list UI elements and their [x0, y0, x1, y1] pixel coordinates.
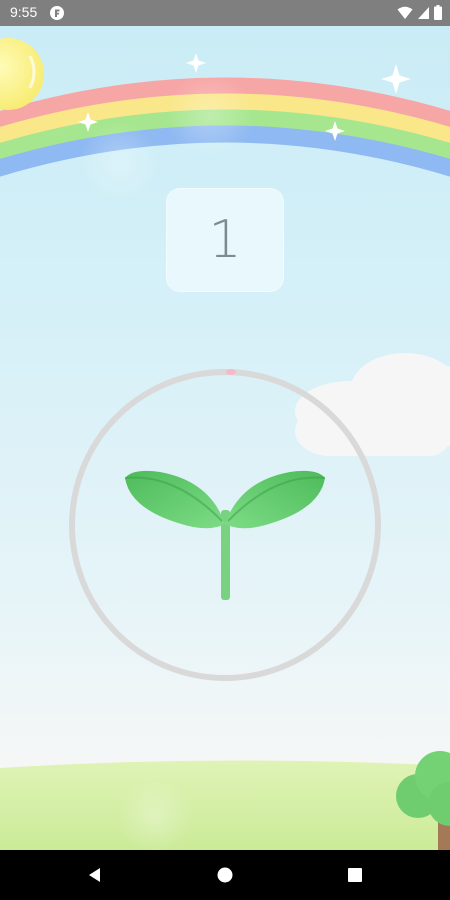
status-bar: 9:55 [0, 0, 450, 26]
battery-icon [434, 5, 442, 20]
back-button[interactable] [83, 863, 107, 887]
signal-icon [418, 6, 429, 19]
counter-box: 1 [166, 188, 284, 292]
status-time: 9:55 [10, 4, 38, 20]
game-scene: 1 [0, 26, 450, 850]
status-icons [397, 5, 442, 20]
recents-icon [348, 868, 362, 882]
home-icon [217, 867, 233, 883]
scene-background [0, 38, 450, 850]
wifi-icon [397, 6, 413, 19]
counter-value: 1 [208, 210, 242, 270]
recents-button[interactable] [343, 863, 367, 887]
home-button[interactable] [213, 863, 237, 887]
ring-marker [226, 369, 236, 375]
game-screen: 9:55 1 [0, 0, 450, 900]
sprout [124, 470, 326, 600]
app-notification-icon [50, 6, 64, 20]
back-icon [89, 868, 100, 882]
sun [0, 38, 44, 110]
ground [0, 760, 450, 850]
navigation-bar [0, 850, 450, 900]
